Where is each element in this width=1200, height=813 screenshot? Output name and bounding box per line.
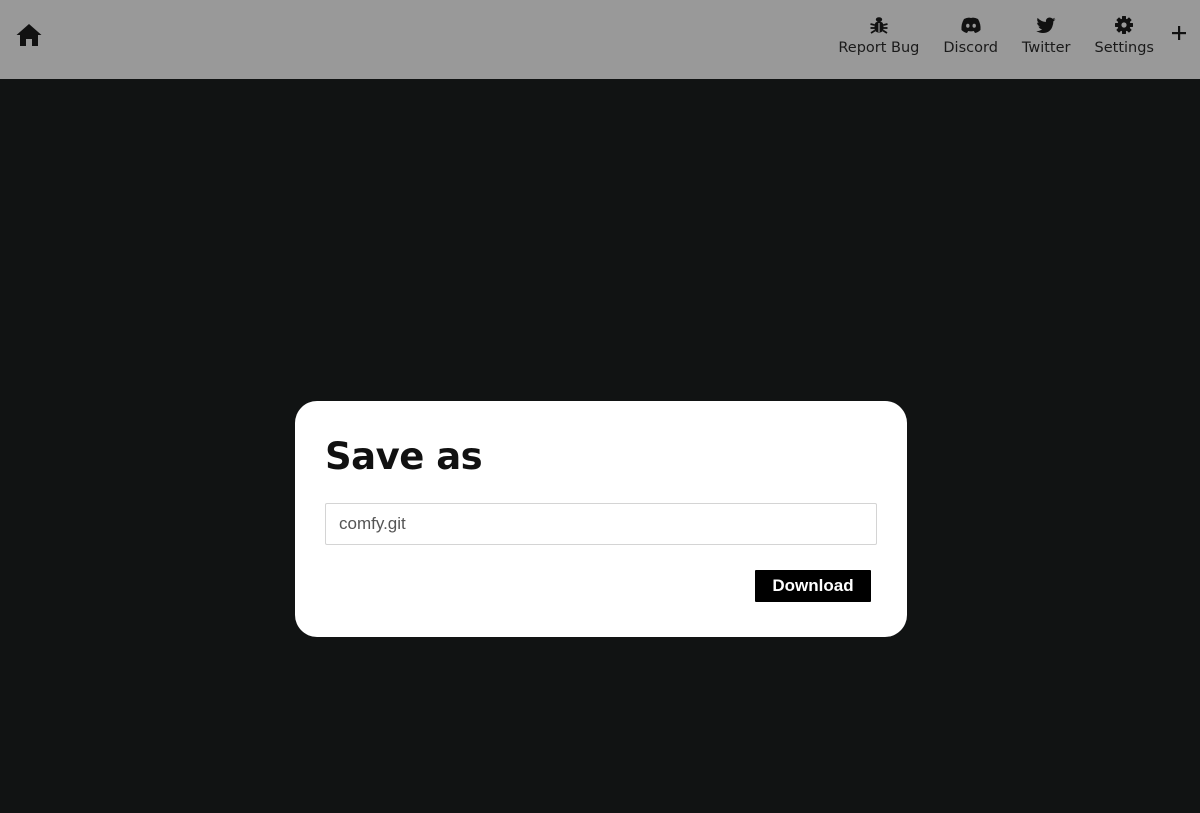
discord-icon <box>960 14 982 36</box>
settings-label: Settings <box>1094 40 1154 56</box>
report-bug-link[interactable]: Report Bug <box>838 0 919 56</box>
twitter-link[interactable]: Twitter <box>1022 0 1071 56</box>
top-nav-links: Report Bug Discord Twitter Settings <box>826 0 1200 79</box>
save-as-dialog: Save as Download <box>295 401 907 637</box>
plus-icon <box>1172 26 1186 40</box>
bug-icon <box>869 14 889 36</box>
dialog-title: Save as <box>325 435 483 478</box>
top-navbar: Report Bug Discord Twitter Settings <box>0 0 1200 79</box>
discord-label: Discord <box>943 40 998 56</box>
add-button[interactable] <box>1170 0 1188 47</box>
filename-input[interactable] <box>325 503 877 545</box>
home-icon <box>16 24 42 46</box>
twitter-label: Twitter <box>1021 40 1071 56</box>
home-button[interactable] <box>15 22 43 48</box>
report-bug-label: Report Bug <box>838 40 920 56</box>
discord-link[interactable]: Discord <box>943 0 998 56</box>
settings-link[interactable]: Settings <box>1095 0 1154 56</box>
twitter-icon <box>1036 14 1056 36</box>
download-button[interactable]: Download <box>755 570 871 602</box>
gear-icon <box>1114 14 1134 36</box>
